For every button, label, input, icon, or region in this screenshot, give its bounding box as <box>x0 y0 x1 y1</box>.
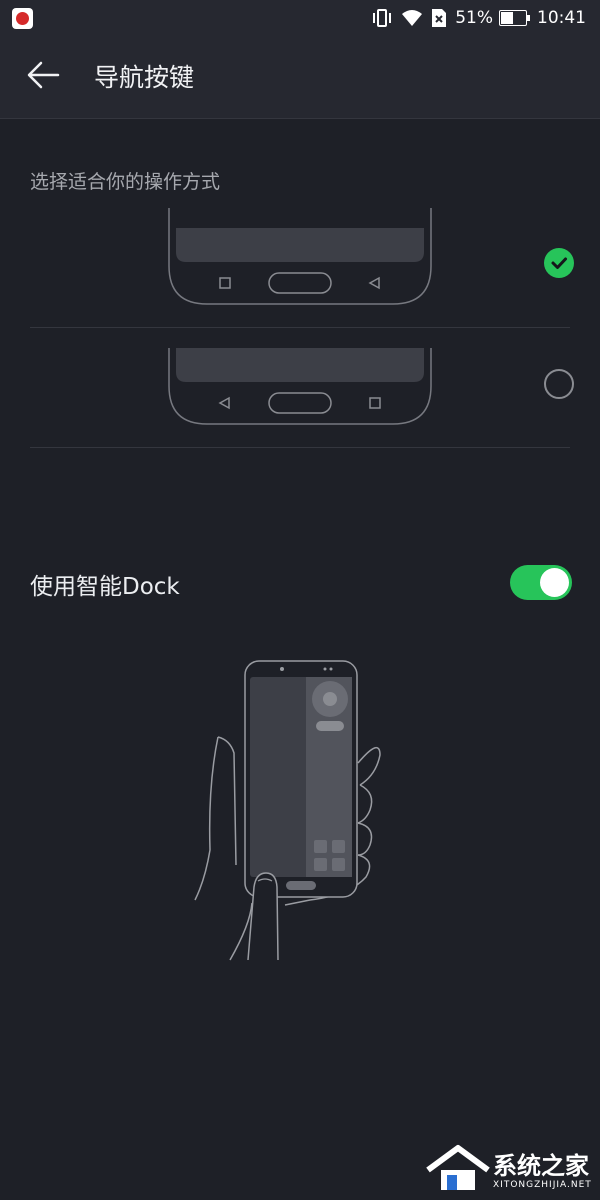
battery-percentage: 51% <box>455 8 493 28</box>
app-header: 导航按键 <box>0 36 600 119</box>
back-arrow-icon <box>27 61 60 89</box>
watermark-subtitle: XITONGZHIJIA.NET <box>493 1180 592 1190</box>
app-notification-icon <box>12 8 33 29</box>
checkmark-icon <box>551 257 567 269</box>
page-title: 导航按键 <box>94 63 195 92</box>
nav-layout-option-2[interactable] <box>0 328 600 448</box>
toggle-knob <box>540 568 569 597</box>
unselected-radio[interactable] <box>544 369 574 399</box>
watermark: 系统之家 XITONGZHIJIA.NET <box>425 1140 600 1200</box>
watermark-title: 系统之家 <box>493 1152 589 1180</box>
status-bar: 51% 10:41 <box>0 0 600 36</box>
battery-icon <box>499 10 530 26</box>
selected-radio[interactable] <box>544 248 574 278</box>
smart-dock-toggle[interactable] <box>510 565 572 600</box>
wifi-icon <box>402 10 423 26</box>
vibrate-icon <box>373 9 392 27</box>
back-button[interactable] <box>26 58 66 94</box>
no-sim-icon <box>432 9 447 27</box>
smart-dock-illustration <box>194 660 381 961</box>
divider <box>30 447 570 448</box>
nav-layout-illustration-2 <box>168 348 432 425</box>
clock: 10:41 <box>537 8 586 28</box>
section-label: 选择适合你的操作方式 <box>30 171 221 193</box>
nav-layout-option-1[interactable] <box>0 208 600 328</box>
smart-dock-label: 使用智能Dock <box>30 574 180 600</box>
nav-layout-illustration-1 <box>168 208 432 305</box>
house-logo-icon <box>426 1145 490 1190</box>
status-icons: 51% 10:41 <box>371 6 586 30</box>
